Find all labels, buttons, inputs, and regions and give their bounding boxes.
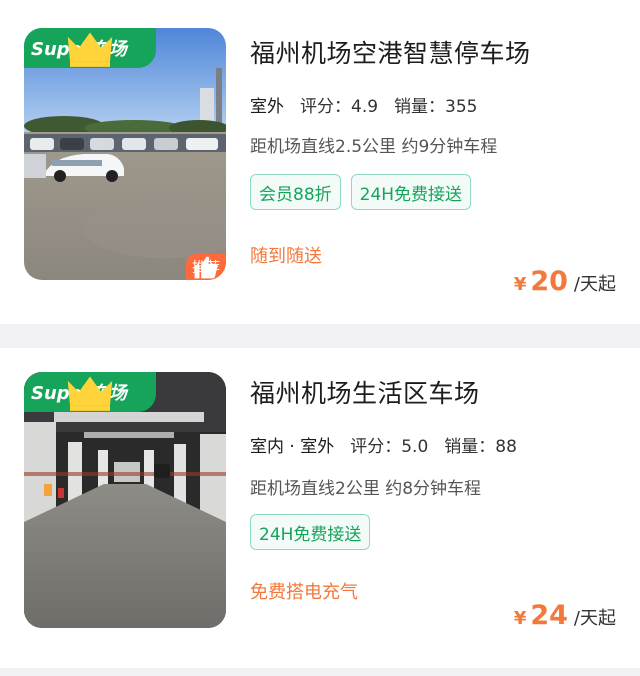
parking-meta: 室外 评分：4.9 销量：355	[250, 92, 478, 119]
super-badge: Super车场	[24, 372, 156, 412]
parking-card[interactable]: Super车场 推荐 福州机场空港智慧停车场 室外 评分：4.9 销量：355 …	[0, 0, 640, 324]
parking-title[interactable]: 福州机场生活区车场	[250, 374, 480, 410]
thumbs-up-icon	[194, 256, 218, 279]
tag-shuttle: 24H免费接送	[350, 174, 472, 210]
crown-icon	[67, 376, 113, 411]
currency-symbol: ¥	[513, 608, 527, 629]
sales-count: 销量：355	[394, 97, 478, 117]
super-badge: Super车场	[24, 28, 156, 68]
price-unit: /天起	[573, 274, 616, 295]
parking-photo[interactable]: Super车场 推荐	[24, 28, 226, 280]
rating: 评分：5.0	[350, 437, 429, 457]
environment-label: 室内 · 室外	[250, 432, 335, 459]
crown-icon	[67, 32, 113, 67]
tag-list: 24H免费接送	[250, 514, 371, 550]
price-value: 24	[530, 600, 568, 631]
price: ¥ 20 /天起	[514, 266, 616, 297]
parking-title[interactable]: 福州机场空港智慧停车场	[250, 34, 531, 70]
parking-meta: 室内 · 室外 评分：5.0 销量：88	[250, 432, 517, 459]
distance-info: 距机场直线2.5公里 约9分钟车程	[250, 137, 498, 157]
recommend-tag: 推荐	[186, 254, 226, 280]
tag-shuttle: 24H免费接送	[250, 514, 371, 550]
parking-card[interactable]: Super车场 福州机场生活区车场 室内 · 室外 评分：5.0 销量：88 距…	[0, 348, 640, 668]
rating: 评分：4.9	[300, 97, 379, 117]
tag-member-discount: 会员88折	[250, 174, 341, 210]
price-value: 20	[530, 266, 568, 297]
price: ¥ 24 /天起	[514, 600, 616, 631]
feature-text: 随到随送	[250, 246, 322, 267]
environment-label: 室外	[250, 92, 284, 119]
distance-info: 距机场直线2公里 约8分钟车程	[250, 479, 482, 499]
tag-list: 会员88折 24H免费接送	[250, 174, 472, 210]
feature-text: 免费搭电充气	[250, 582, 358, 603]
parking-list: Super车场 推荐 福州机场空港智慧停车场 室外 评分：4.9 销量：355 …	[0, 0, 640, 668]
currency-symbol: ¥	[513, 274, 527, 295]
sales-count: 销量：88	[444, 437, 517, 457]
price-unit: /天起	[573, 608, 616, 629]
parking-photo[interactable]: Super车场	[24, 372, 226, 628]
